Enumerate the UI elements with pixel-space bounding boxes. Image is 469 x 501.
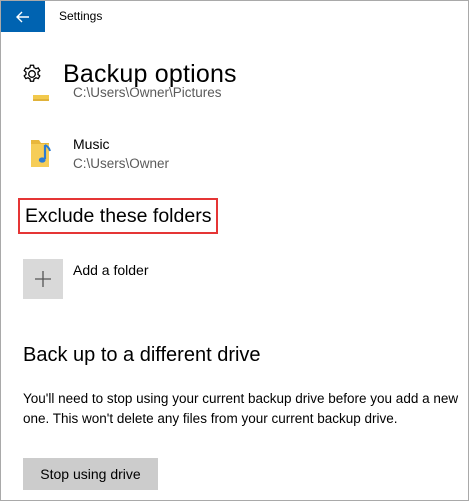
title-bar: Settings <box>1 1 468 32</box>
back-arrow-icon <box>16 11 29 22</box>
window-title: Settings <box>59 9 103 23</box>
settings-window: Settings Backup options C:\Users\Owner\P… <box>0 0 469 501</box>
backup-folder-pictures[interactable]: C:\Users\Owner\Pictures <box>23 79 222 109</box>
add-folder-button[interactable]: Add a folder <box>23 259 149 299</box>
folder-path: C:\Users\Owner <box>73 156 170 171</box>
different-drive-description: You'll need to stop using your current b… <box>23 391 459 426</box>
exclude-folders-heading: Exclude these folders <box>18 198 219 234</box>
back-button[interactable] <box>1 1 45 32</box>
stop-using-drive-button[interactable]: Stop using drive <box>23 458 158 490</box>
folder-path: C:\Users\Owner\Pictures <box>73 85 222 100</box>
folder-name: Music <box>73 136 110 152</box>
add-tile <box>23 259 63 299</box>
different-drive-heading: Back up to a different drive <box>23 344 261 366</box>
add-folder-label: Add a folder <box>73 262 149 278</box>
folder-icon <box>23 79 57 109</box>
music-folder-icon <box>23 135 57 167</box>
plus-icon <box>35 271 51 287</box>
backup-folder-music[interactable]: Music C:\Users\Owner <box>23 135 169 173</box>
